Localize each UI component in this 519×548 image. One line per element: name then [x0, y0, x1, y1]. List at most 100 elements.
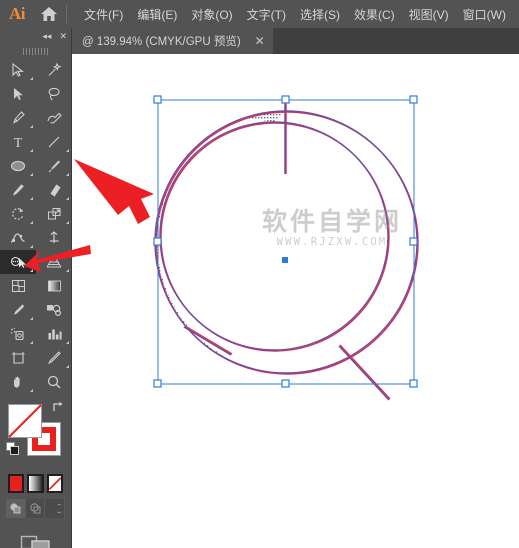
canvas-red-arrow — [74, 159, 154, 224]
gradient-button[interactable] — [27, 474, 44, 493]
home-icon[interactable] — [34, 0, 64, 28]
flyout-indicator-icon — [66, 197, 69, 200]
flyout-indicator-icon — [30, 173, 33, 176]
flyout-indicator-icon — [30, 125, 33, 128]
perspective-grid-tool[interactable] — [36, 250, 72, 274]
slice-knife-tool[interactable] — [36, 346, 72, 370]
artboard-tool[interactable] — [0, 346, 36, 370]
screen-mode-icon — [20, 535, 50, 548]
lasso-tool[interactable] — [36, 82, 72, 106]
menu-view[interactable]: 视图(V) — [402, 2, 456, 27]
handle-bottom-left — [153, 379, 162, 388]
handle-top-left — [153, 95, 162, 104]
scale-tool[interactable] — [36, 202, 72, 226]
document-tab-title: @ 139.94% (CMYK/GPU 预览) — [82, 36, 241, 48]
flyout-indicator-icon — [66, 341, 69, 344]
flyout-indicator-icon — [66, 269, 69, 272]
app-logo: Ai — [9, 4, 26, 23]
illustrator-window: Ai 文件(F) 编辑(E) 对象(O) 文字(T) 选择(S) 效果(C) 视… — [0, 0, 519, 548]
width-warp-tool[interactable] — [0, 226, 36, 250]
blend-tool[interactable] — [36, 298, 72, 322]
canvas-area[interactable]: 软件自学网 WWW.RJZXW.COM — [72, 54, 519, 548]
flyout-indicator-icon — [30, 341, 33, 344]
close-icon[interactable]: ✕ — [255, 35, 265, 47]
svg-text:T: T — [14, 136, 23, 150]
change-screen-mode-button[interactable] — [0, 532, 71, 548]
line-segment-tool[interactable] — [36, 130, 72, 154]
artwork-tick-lines — [183, 100, 391, 401]
fill-stroke-swatches — [0, 398, 71, 472]
pen-tool[interactable] — [0, 106, 36, 130]
default-fill-stroke-icon[interactable] — [6, 442, 20, 456]
flyout-indicator-icon — [30, 197, 33, 200]
free-transform-tool[interactable] — [36, 226, 72, 250]
gradient-tool[interactable] — [36, 274, 72, 298]
draw-normal-button[interactable] — [6, 499, 26, 518]
artwork-canvas — [74, 95, 419, 401]
flyout-indicator-icon — [30, 389, 33, 392]
selection-center-point — [282, 257, 288, 263]
menu-bar: Ai 文件(F) 编辑(E) 对象(O) 文字(T) 选择(S) 效果(C) 视… — [0, 0, 519, 28]
handle-bottom-center — [281, 379, 290, 388]
menu-type[interactable]: 文字(T) — [240, 2, 293, 27]
color-mode-buttons — [0, 472, 71, 493]
close-icon[interactable]: ✕ — [59, 31, 67, 41]
mesh-tool[interactable] — [0, 274, 36, 298]
swap-fill-stroke-icon[interactable] — [51, 400, 65, 414]
flyout-indicator-icon — [30, 221, 33, 224]
handle-middle-left — [153, 237, 162, 246]
fill-swatch[interactable] — [8, 404, 42, 438]
color-button[interactable] — [8, 474, 25, 493]
menu-edit[interactable]: 编辑(E) — [130, 2, 184, 27]
flyout-indicator-icon — [66, 221, 69, 224]
type-tool[interactable]: T — [0, 130, 36, 154]
shape-builder-tool[interactable] — [0, 250, 36, 274]
menu-select[interactable]: 选择(S) — [293, 2, 347, 27]
flyout-indicator-icon — [30, 317, 33, 320]
inner-circle-arc — [159, 121, 390, 352]
hand-tool[interactable] — [0, 370, 36, 394]
menu-item-list: 文件(F) 编辑(E) 对象(O) 文字(T) 选择(S) 效果(C) 视图(V… — [77, 2, 513, 27]
draw-behind-button[interactable] — [26, 499, 46, 518]
tool-panel: ◂◂ ✕ T — [0, 28, 72, 548]
none-button[interactable] — [46, 474, 63, 493]
flyout-indicator-icon — [30, 149, 33, 152]
flyout-indicator-icon — [30, 77, 33, 80]
handle-middle-right — [409, 237, 418, 246]
handle-bottom-right — [409, 379, 418, 388]
flyout-indicator-icon — [66, 173, 69, 176]
zoom-tool[interactable] — [36, 370, 72, 394]
flyout-indicator-icon — [66, 149, 69, 152]
selection-tool[interactable] — [0, 58, 36, 82]
menu-window[interactable]: 窗口(W) — [456, 2, 513, 27]
curvature-tool[interactable] — [36, 106, 72, 130]
tool-grid: T — [0, 58, 71, 394]
ellipse-tool[interactable] — [0, 154, 36, 178]
rotate-tool[interactable] — [0, 202, 36, 226]
tool-panel-grip[interactable] — [0, 44, 71, 58]
flyout-indicator-icon — [30, 269, 33, 272]
draw-mode-buttons — [6, 499, 66, 518]
shape-builder-highlight-region — [155, 111, 286, 356]
symbol-sprayer-tool[interactable] — [0, 322, 36, 346]
handle-top-right — [409, 95, 418, 104]
menu-object[interactable]: 对象(O) — [184, 2, 239, 27]
collapse-icon[interactable]: ◂◂ — [42, 31, 51, 41]
eyedropper-tool[interactable] — [0, 298, 36, 322]
flyout-indicator-icon — [30, 245, 33, 248]
flyout-indicator-icon — [66, 365, 69, 368]
column-graph-tool[interactable] — [36, 322, 72, 346]
menu-effect[interactable]: 效果(C) — [347, 2, 402, 27]
grip-lines-icon — [22, 47, 49, 55]
paintbrush-tool[interactable] — [36, 154, 72, 178]
handle-top-center — [281, 95, 290, 104]
draw-inside-button[interactable] — [45, 499, 66, 518]
pencil-shaper-tool[interactable] — [0, 178, 36, 202]
tool-panel-header: ◂◂ ✕ — [0, 28, 71, 44]
document-tab[interactable]: @ 139.94% (CMYK/GPU 预览) ✕ — [72, 28, 273, 54]
menu-file[interactable]: 文件(F) — [77, 2, 130, 27]
none-slash-icon — [8, 404, 42, 438]
direct-selection-tool[interactable] — [0, 82, 36, 106]
magic-wand-tool[interactable] — [36, 58, 72, 82]
eraser-tool[interactable] — [36, 178, 72, 202]
